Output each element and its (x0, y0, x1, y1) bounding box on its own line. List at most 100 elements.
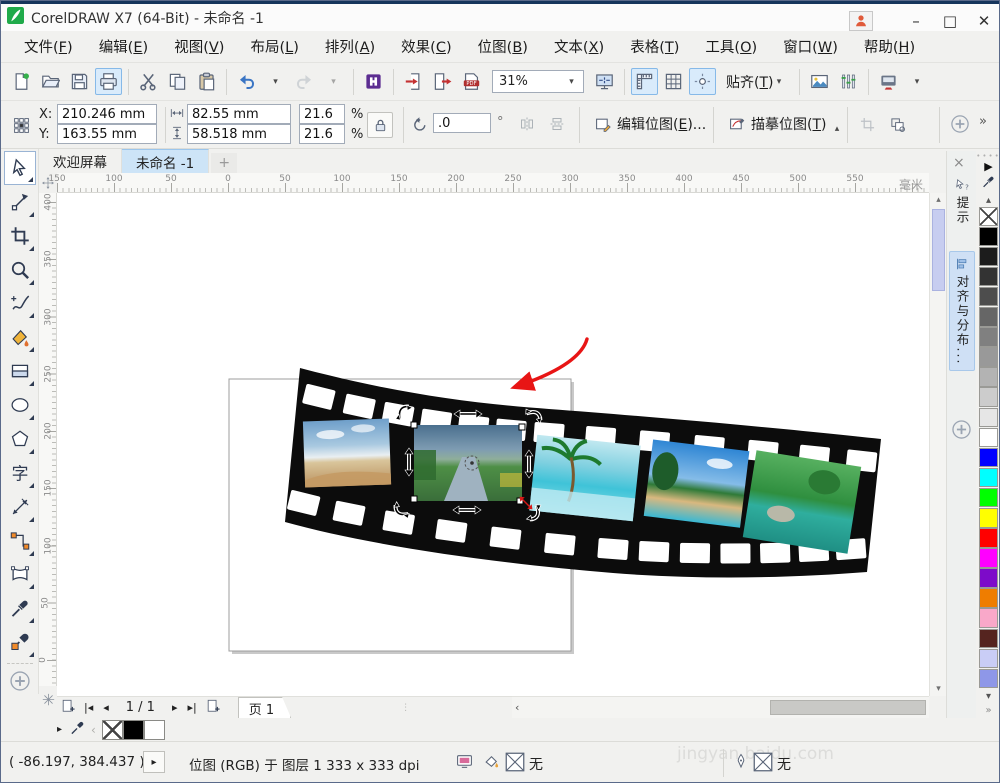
previous-page-icon[interactable]: ◂ (98, 701, 114, 714)
statusbar-flyout-icon[interactable]: ▸ (143, 751, 165, 773)
crop-tool[interactable] (4, 219, 36, 253)
first-page-icon[interactable]: |◂ (79, 701, 98, 714)
palette-no-color-swatch[interactable] (979, 207, 998, 227)
palette-swatch[interactable] (979, 488, 998, 508)
palette-swatch[interactable] (979, 307, 998, 327)
maximize-button[interactable]: □ (933, 7, 967, 34)
lock-ratio-button[interactable] (367, 112, 393, 138)
color-eyedropper-tool[interactable] (4, 591, 36, 625)
canvas-vertical-scrollbar[interactable]: ▴ ▾ (929, 193, 946, 696)
redo-dropdown-icon[interactable]: ▾ (320, 68, 347, 95)
crop-bitmap-button[interactable] (855, 112, 879, 136)
palette-swatch[interactable] (979, 428, 998, 448)
palette-swatch[interactable] (979, 568, 998, 588)
y-position-field[interactable] (57, 124, 157, 144)
object-width-field[interactable] (187, 104, 291, 124)
tab-welcome-screen[interactable]: 欢迎屏幕 (39, 149, 122, 173)
scroll-down-icon[interactable]: ▾ (930, 684, 947, 694)
palette-swatch[interactable] (979, 528, 998, 548)
last-page-icon[interactable]: ▸| (182, 701, 201, 714)
combo-dropdown-icon[interactable]: ▾ (566, 77, 577, 87)
scroll-left-icon[interactable]: ‹ (515, 701, 519, 714)
selection-corner-node[interactable] (411, 496, 417, 502)
shape-tool[interactable] (4, 185, 36, 219)
palette-swatch[interactable] (979, 287, 998, 307)
close-button[interactable]: ✕ (967, 7, 1000, 34)
photo-beach-dunes[interactable] (303, 419, 391, 488)
black-color-well[interactable] (123, 720, 144, 740)
dimension-tool[interactable] (4, 490, 36, 524)
rectangle-tool[interactable] (4, 354, 36, 388)
object-height-field[interactable] (187, 124, 291, 144)
menu-view[interactable]: 视图(V) (161, 31, 237, 62)
palette-swatch[interactable] (979, 227, 998, 247)
tab-untitled-1[interactable]: 未命名 -1 (122, 149, 209, 173)
pick-tool[interactable] (4, 151, 36, 185)
palette-swatch[interactable] (979, 448, 998, 468)
connector-tool[interactable] (4, 524, 36, 558)
swatchrow-flyout-icon[interactable]: ▸ (57, 724, 62, 735)
print-button[interactable] (95, 68, 122, 95)
show-guidelines-button[interactable] (689, 68, 716, 95)
snap-dropdown-icon[interactable]: ▾ (774, 77, 785, 87)
menu-arrange[interactable]: 排列(A) (312, 31, 388, 62)
propbar-overflow-icon[interactable]: » (979, 114, 987, 129)
color-proof-icon[interactable] (456, 753, 473, 774)
docker-close-icon[interactable]: × (953, 155, 965, 171)
add-page-icon-2[interactable] (202, 698, 224, 717)
fill-none-swatch[interactable] (505, 752, 525, 772)
menu-layout[interactable]: 布局(L) (237, 31, 311, 62)
snap-to-button[interactable]: 贴齐(T)▾ (720, 69, 791, 95)
zoom-tool[interactable] (4, 253, 36, 287)
paste-button[interactable] (193, 68, 220, 95)
add-page-icon[interactable] (57, 698, 79, 717)
palette-swatch[interactable] (979, 649, 998, 669)
white-color-well[interactable] (144, 720, 165, 740)
selection-corner-node[interactable] (411, 422, 417, 428)
save-button[interactable] (66, 68, 93, 95)
palette-swatch[interactable] (979, 608, 998, 628)
outline-none-swatch[interactable] (753, 752, 773, 772)
palette-scroll-down-icon[interactable]: ▾ (986, 691, 991, 702)
outline-pen-icon[interactable] (733, 753, 749, 773)
palette-swatch[interactable] (979, 247, 998, 267)
photo-tropical-shore[interactable] (644, 439, 750, 527)
menu-bitmaps[interactable]: 位图(B) (465, 31, 541, 62)
scroll-up-icon[interactable]: ▴ (930, 195, 947, 205)
image-adjustment-button[interactable] (806, 68, 833, 95)
new-document-button[interactable] (8, 68, 35, 95)
photo-palm-beach[interactable] (529, 435, 640, 521)
menu-effects[interactable]: 效果(C) (388, 31, 464, 62)
zoom-level-combo[interactable]: 31%▾ (492, 70, 584, 93)
document-eyedropper-icon[interactable] (70, 720, 85, 739)
copy-button[interactable] (164, 68, 191, 95)
undo-button[interactable] (233, 68, 260, 95)
text-tool[interactable]: 字 (4, 456, 36, 490)
docker-add-icon[interactable] (951, 419, 972, 444)
scale-y-field[interactable] (299, 124, 345, 144)
trace-bitmap-button[interactable]: 描摹位图(T)▴ (723, 112, 849, 136)
palette-swatch[interactable] (979, 669, 998, 689)
vertical-scroll-thumb[interactable] (932, 209, 945, 291)
edit-bitmap-button[interactable]: 编辑位图(E)... (589, 112, 712, 136)
palette-scroll-up-icon[interactable]: ▴ (986, 195, 991, 206)
palette-swatch[interactable] (979, 508, 998, 528)
docker-tab-align-distribute[interactable]: 对齐与分布... (949, 251, 975, 371)
palette-swatch[interactable] (979, 387, 998, 407)
vertical-ruler[interactable]: 400350300250200150100500 (39, 193, 57, 686)
user-account-icon[interactable] (849, 11, 873, 31)
palette-swatch[interactable] (979, 327, 998, 347)
palette-expand-icon[interactable]: » (985, 705, 991, 716)
splitter-handle[interactable]: ⋮ (401, 703, 411, 713)
polygon-tool[interactable] (4, 422, 36, 456)
menu-table[interactable]: 表格(T) (617, 31, 692, 62)
horizontal-ruler[interactable]: 毫米 1501005005010015020025030035040045050… (57, 173, 929, 193)
palette-swatch[interactable] (979, 367, 998, 387)
menu-window[interactable]: 窗口(W) (770, 31, 851, 62)
menu-tools[interactable]: 工具(O) (692, 31, 770, 62)
customize-toolbox-button[interactable] (7, 668, 33, 694)
x-position-field[interactable] (57, 104, 157, 124)
palette-swatch[interactable] (979, 408, 998, 428)
photo-forest-lake[interactable] (743, 450, 861, 553)
mirror-horizontal-button[interactable] (515, 112, 539, 136)
